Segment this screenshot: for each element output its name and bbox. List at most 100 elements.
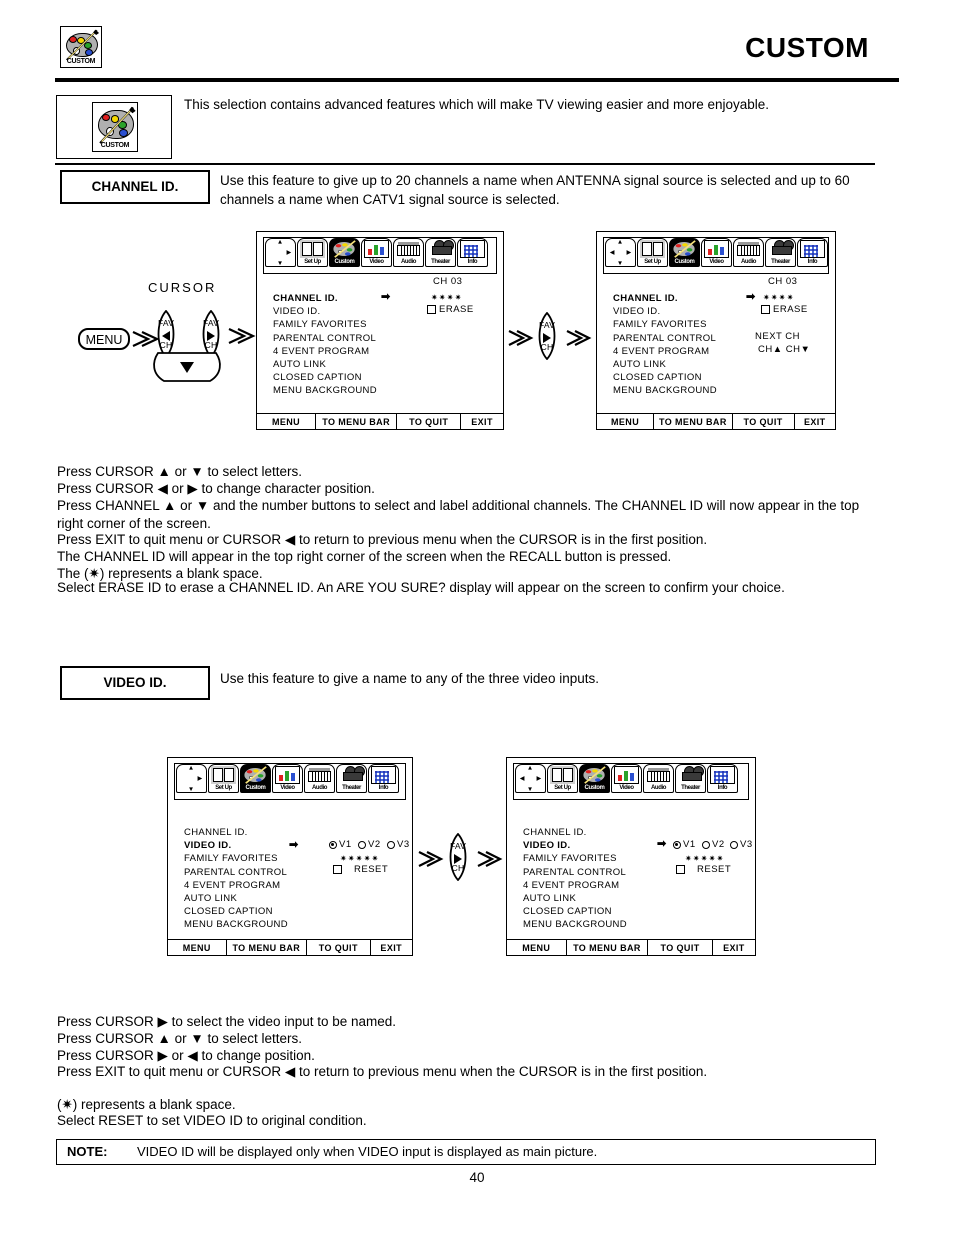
menu-item-4-event-program[interactable]: 4 EVENT PROGRAM [523,879,627,892]
menu-item-auto-link[interactable]: AUTO LINK [523,892,627,905]
custom-icon[interactable]: Custom [579,764,610,793]
theater-icon[interactable]: Theater [425,238,456,267]
menu-item-channel-id[interactable]: CHANNEL ID. [273,292,377,305]
footer-menu-button[interactable]: MENU [507,940,567,955]
menu-item-channel-id[interactable]: CHANNEL ID. [523,826,627,839]
menu-item-video-id[interactable]: VIDEO ID. [184,839,288,852]
custom-palette-icon-large: CUSTOM [92,102,138,152]
footer-exit-button[interactable]: EXIT [713,940,755,955]
theater-icon[interactable]: Theater [336,764,367,793]
fav-ch-mid-button-1[interactable]: FAV CH [531,312,563,360]
footer-to-quit-button[interactable]: TO QUIT [307,940,371,955]
custom-icon[interactable]: Custom [669,238,700,267]
footer-to-menu-bar-button[interactable]: TO MENU BAR [654,414,733,429]
video-input-v3-radio[interactable] [730,841,738,849]
video-input-v3-radio[interactable] [387,841,395,849]
erase-label: ERASE [773,304,808,315]
fav-ch-mid-button-2[interactable]: FAV CH [442,833,474,881]
menu-item-closed-caption[interactable]: CLOSED CAPTION [184,905,288,918]
footer-menu-button[interactable]: MENU [597,414,655,429]
footer-to-menu-bar-button[interactable]: TO MENU BAR [227,940,308,955]
cursor-down-button[interactable] [148,352,226,382]
footer-to-menu-bar-button[interactable]: TO MENU BAR [567,940,649,955]
setup-icon[interactable]: Set Up [547,764,578,793]
info-icon[interactable]: Info [707,764,738,793]
theater-icon[interactable]: Theater [675,764,706,793]
menu-item-channel-id[interactable]: CHANNEL ID. [613,292,717,305]
info-icon[interactable]: Info [457,238,488,267]
arrow-pad-icon[interactable] [176,764,207,793]
menu-item-4-event-program[interactable]: 4 EVENT PROGRAM [184,879,288,892]
footer-to-quit-button[interactable]: TO QUIT [648,940,713,955]
menu-item-4-event-program[interactable]: 4 EVENT PROGRAM [273,345,377,358]
menu-item-parental-control[interactable]: PARENTAL CONTROL [523,866,627,879]
audio-icon[interactable]: Audio [304,764,335,793]
erase-checkbox[interactable] [427,305,436,314]
video-input-v1-radio[interactable] [329,841,337,849]
menu-item-video-id[interactable]: VIDEO ID. [613,305,717,318]
theater-icon-label: Theater [431,259,450,265]
arrow-pad-icon[interactable] [515,764,546,793]
footer-to-quit-button[interactable]: TO QUIT [397,414,462,429]
fav-ch-right-button[interactable]: FAV CH [195,310,227,358]
reset-checkbox[interactable] [676,865,685,874]
footer-exit-button[interactable]: EXIT [795,414,835,429]
menu-item-auto-link[interactable]: AUTO LINK [184,892,288,905]
setup-icon[interactable]: Set Up [208,764,239,793]
erase-checkbox[interactable] [761,305,770,314]
arrow-pad-icon[interactable] [265,238,296,267]
video-icon[interactable]: Video [361,238,392,267]
info-icon[interactable]: Info [797,238,828,267]
fav-ch-left-button[interactable]: FAV CH [150,310,182,358]
video-icon[interactable]: Video [701,238,732,267]
menu-item-parental-control[interactable]: PARENTAL CONTROL [613,332,717,345]
arrow-pad-icon[interactable] [605,238,636,267]
video-input-v2-radio[interactable] [358,841,366,849]
audio-icon[interactable]: Audio [393,238,424,267]
video-icon[interactable]: Video [272,764,303,793]
menu-item-channel-id[interactable]: CHANNEL ID. [184,826,288,839]
reset-label: RESET [354,864,389,875]
menu-item-closed-caption[interactable]: CLOSED CAPTION [613,371,717,384]
info-icon[interactable]: Info [368,764,399,793]
menu-item-menu-background[interactable]: MENU BACKGROUND [613,384,717,397]
footer-to-quit-button[interactable]: TO QUIT [733,414,795,429]
footer-exit-button[interactable]: EXIT [371,940,412,955]
footer-menu-button[interactable]: MENU [168,940,227,955]
cursor-arrow-icon: ➡ [746,291,756,303]
fav-label-top: FAV [449,841,467,851]
menu-item-family-favorites[interactable]: FAMILY FAVORITES [273,318,377,331]
footer-to-menu-bar-button[interactable]: TO MENU BAR [316,414,398,429]
custom-icon[interactable]: Custom [240,764,271,793]
menu-item-4-event-program[interactable]: 4 EVENT PROGRAM [613,345,717,358]
audio-icon[interactable]: Audio [733,238,764,267]
reset-checkbox[interactable] [333,865,342,874]
menu-item-auto-link[interactable]: AUTO LINK [273,358,377,371]
menu-item-family-favorites[interactable]: FAMILY FAVORITES [613,318,717,331]
menu-item-family-favorites[interactable]: FAMILY FAVORITES [184,852,288,865]
menu-item-closed-caption[interactable]: CLOSED CAPTION [273,371,377,384]
footer-exit-button[interactable]: EXIT [461,414,503,429]
audio-icon-label: Audio [401,259,416,265]
menu-item-video-id[interactable]: VIDEO ID. [523,839,627,852]
custom-icon-label: CUSTOM [66,58,96,65]
menu-item-parental-control[interactable]: PARENTAL CONTROL [184,866,288,879]
menu-item-menu-background[interactable]: MENU BACKGROUND [273,384,377,397]
menu-item-parental-control[interactable]: PARENTAL CONTROL [273,332,377,345]
menu-item-menu-background[interactable]: MENU BACKGROUND [523,918,627,931]
footer-menu-button[interactable]: MENU [257,414,317,429]
theater-icon[interactable]: Theater [765,238,796,267]
video-input-v1-radio[interactable] [673,841,681,849]
menu-item-family-favorites[interactable]: FAMILY FAVORITES [523,852,627,865]
menu-item-video-id[interactable]: VIDEO ID. [273,305,377,318]
custom-icon[interactable]: Custom [329,238,360,267]
menu-item-closed-caption[interactable]: CLOSED CAPTION [523,905,627,918]
menu-item-menu-background[interactable]: MENU BACKGROUND [184,918,288,931]
video-input-v2-radio[interactable] [702,841,710,849]
video-icon[interactable]: Video [611,764,642,793]
setup-icon[interactable]: Set Up [637,238,668,267]
audio-icon[interactable]: Audio [643,764,674,793]
menu-button[interactable]: MENU [78,328,130,350]
setup-icon[interactable]: Set Up [297,238,328,267]
menu-item-auto-link[interactable]: AUTO LINK [613,358,717,371]
